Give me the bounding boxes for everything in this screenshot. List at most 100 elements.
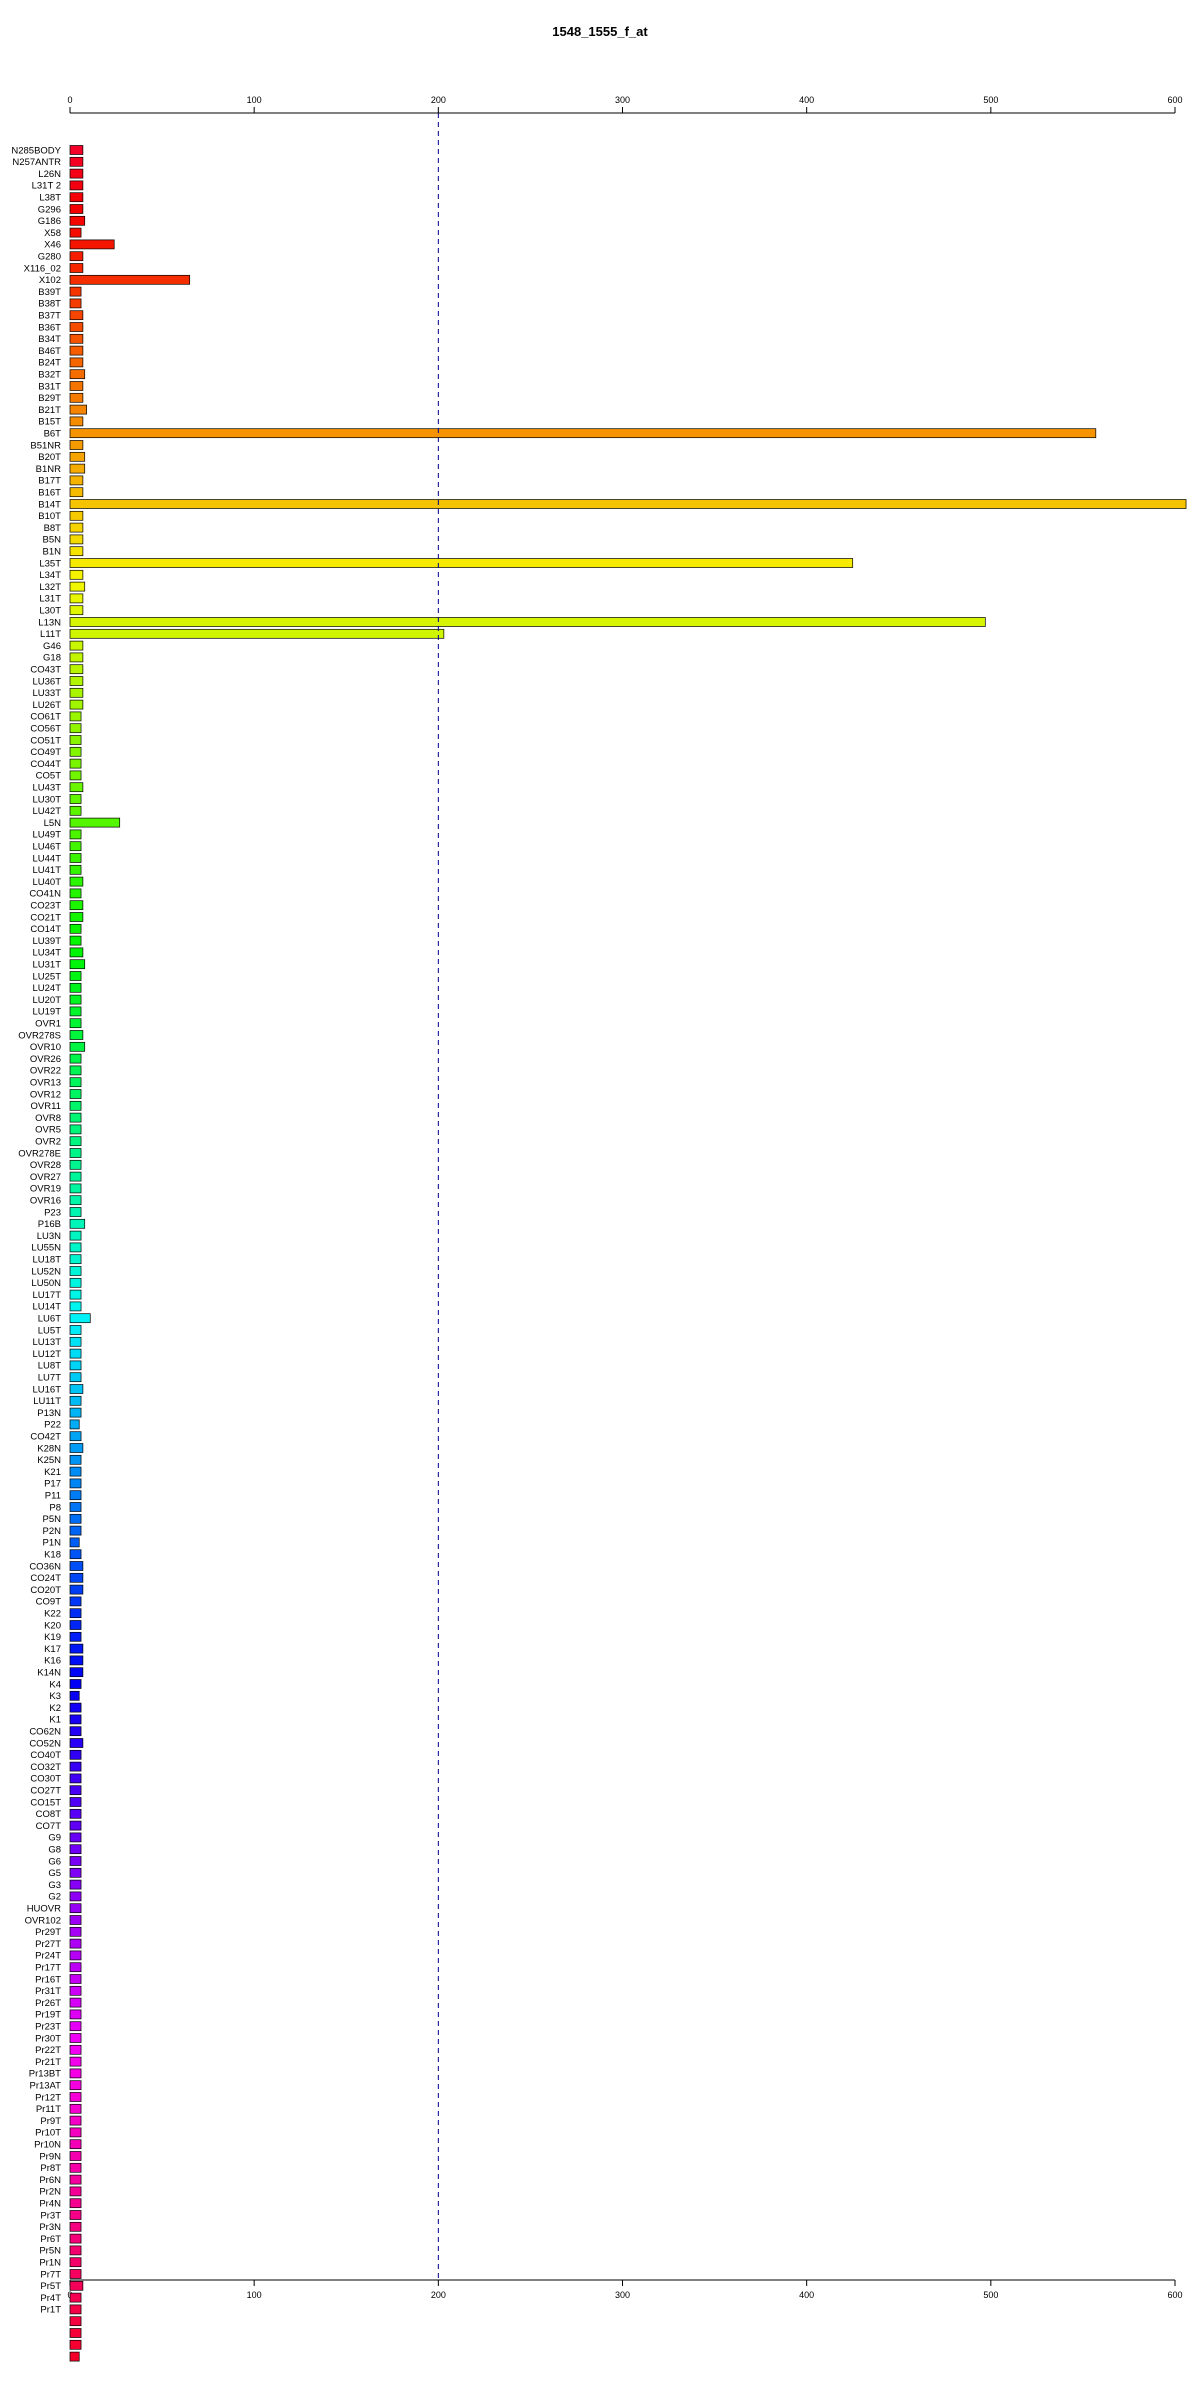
- bar-53: [69, 770, 82, 781]
- bar-49: [69, 723, 82, 734]
- bar-135: [69, 1738, 84, 1748]
- bar-122: [69, 1584, 84, 1595]
- bar-172: [69, 2174, 82, 2185]
- bar-163: [69, 2068, 82, 2079]
- category-label-171: Pr8T: [40, 2163, 61, 2174]
- bar-158: [69, 2009, 82, 2020]
- bar-8: [69, 239, 115, 250]
- bar-70: [69, 971, 82, 981]
- category-label-65: CO21T: [30, 912, 61, 923]
- category-label-26: B20T: [38, 452, 61, 463]
- bar-187: [69, 2351, 80, 2362]
- category-label-13: B38T: [38, 299, 61, 310]
- bar-30: [69, 499, 1187, 509]
- bar-73: [69, 1006, 82, 1017]
- bar-6: [69, 215, 86, 226]
- bar-7: [69, 227, 82, 238]
- bar-67: [69, 935, 82, 946]
- category-label-88: OVR19: [30, 1184, 61, 1195]
- bar-34: [69, 546, 84, 557]
- bar-33: [69, 534, 84, 545]
- x-tick-label-bottom: 200: [431, 2290, 446, 2300]
- category-label-10: X116_02: [24, 263, 61, 274]
- bar-184: [69, 2316, 82, 2327]
- category-label-110: K28N: [37, 1443, 61, 1454]
- bar-31: [69, 510, 84, 521]
- bar-2: [69, 168, 84, 179]
- category-label-36: L34T: [39, 570, 61, 581]
- bar-42: [69, 640, 84, 651]
- bar-12: [69, 286, 82, 297]
- bar-43: [69, 652, 84, 663]
- category-label-31: B10T: [38, 511, 61, 522]
- category-label-30: B14T: [38, 499, 61, 510]
- x-tick-label-top: 500: [983, 95, 998, 105]
- category-label-8: X46: [44, 240, 61, 251]
- category-labels: N285BODYN257ANTRL26NL31T 2L38TG296G186X5…: [11, 145, 61, 2315]
- category-label-111: K25N: [37, 1455, 61, 1466]
- category-label-155: Pr16T: [35, 1974, 61, 1985]
- bar-80: [69, 1089, 82, 1099]
- category-label-15: B36T: [38, 322, 61, 333]
- category-label-162: Pr21T: [35, 2057, 61, 2068]
- category-label-163: Pr13BT: [29, 2069, 61, 2080]
- category-label-148: G2: [48, 1892, 61, 1903]
- bar-151: [69, 1926, 82, 1937]
- category-label-131: K3: [49, 1691, 61, 1702]
- bar-116: [69, 1513, 82, 1524]
- category-label-62: LU40T: [32, 877, 61, 888]
- category-label-61: LU41T: [32, 865, 61, 876]
- category-label-83: OVR5: [35, 1125, 61, 1136]
- category-label-0: N285BODY: [11, 145, 61, 156]
- bar-145: [69, 1856, 82, 1866]
- category-label-114: P11: [45, 1491, 61, 1502]
- category-label-75: OVR278S: [18, 1030, 61, 1041]
- x-tick-label-top: 300: [615, 95, 630, 105]
- bar-146: [69, 1867, 82, 1878]
- bar-56: [69, 805, 82, 816]
- bar-44: [69, 664, 84, 675]
- bar-23: [69, 416, 84, 427]
- bar-129: [69, 1667, 84, 1678]
- bar-131: [69, 1690, 80, 1701]
- bar-130: [69, 1679, 82, 1689]
- category-label-12: B39T: [38, 287, 61, 298]
- category-label-24: B6T: [44, 429, 62, 440]
- category-label-85: OVR278E: [18, 1148, 61, 1159]
- category-label-74: OVR1: [35, 1019, 61, 1030]
- category-label-48: CO61T: [30, 712, 61, 723]
- bar-55: [69, 794, 82, 804]
- bar-183: [69, 2304, 82, 2315]
- category-label-125: K20: [44, 1620, 61, 1631]
- bar-11: [69, 274, 191, 285]
- bar-185: [69, 2328, 82, 2338]
- category-label-57: L5N: [44, 818, 62, 829]
- bar-170: [69, 2151, 82, 2161]
- bar-142: [69, 1820, 82, 1831]
- bar-117: [69, 1525, 82, 1536]
- bar-99: [69, 1313, 91, 1324]
- bar-179: [69, 2257, 82, 2268]
- category-label-158: Pr19T: [35, 2010, 61, 2021]
- bar-84: [69, 1136, 82, 1147]
- bar-111: [69, 1454, 82, 1465]
- bar-74: [69, 1018, 82, 1029]
- category-label-166: Pr11T: [36, 2104, 61, 2115]
- bar-153: [69, 1950, 82, 1961]
- category-label-177: Pr6T: [40, 2234, 61, 2245]
- bar-17: [69, 345, 84, 356]
- bar-32: [69, 522, 84, 533]
- bar-177: [69, 2233, 82, 2244]
- category-label-108: P22: [44, 1420, 61, 1431]
- category-label-80: OVR12: [30, 1089, 61, 1100]
- category-label-53: CO5T: [36, 771, 62, 782]
- bar-175: [69, 2210, 82, 2220]
- bar-110: [69, 1443, 84, 1453]
- category-label-7: X58: [44, 228, 61, 239]
- bar-87: [69, 1171, 82, 1182]
- bar-154: [69, 1962, 82, 1973]
- bar-65: [69, 912, 84, 922]
- category-label-159: Pr23T: [35, 2022, 61, 2033]
- category-label-32: B8T: [44, 523, 62, 534]
- category-label-71: LU24T: [32, 983, 61, 994]
